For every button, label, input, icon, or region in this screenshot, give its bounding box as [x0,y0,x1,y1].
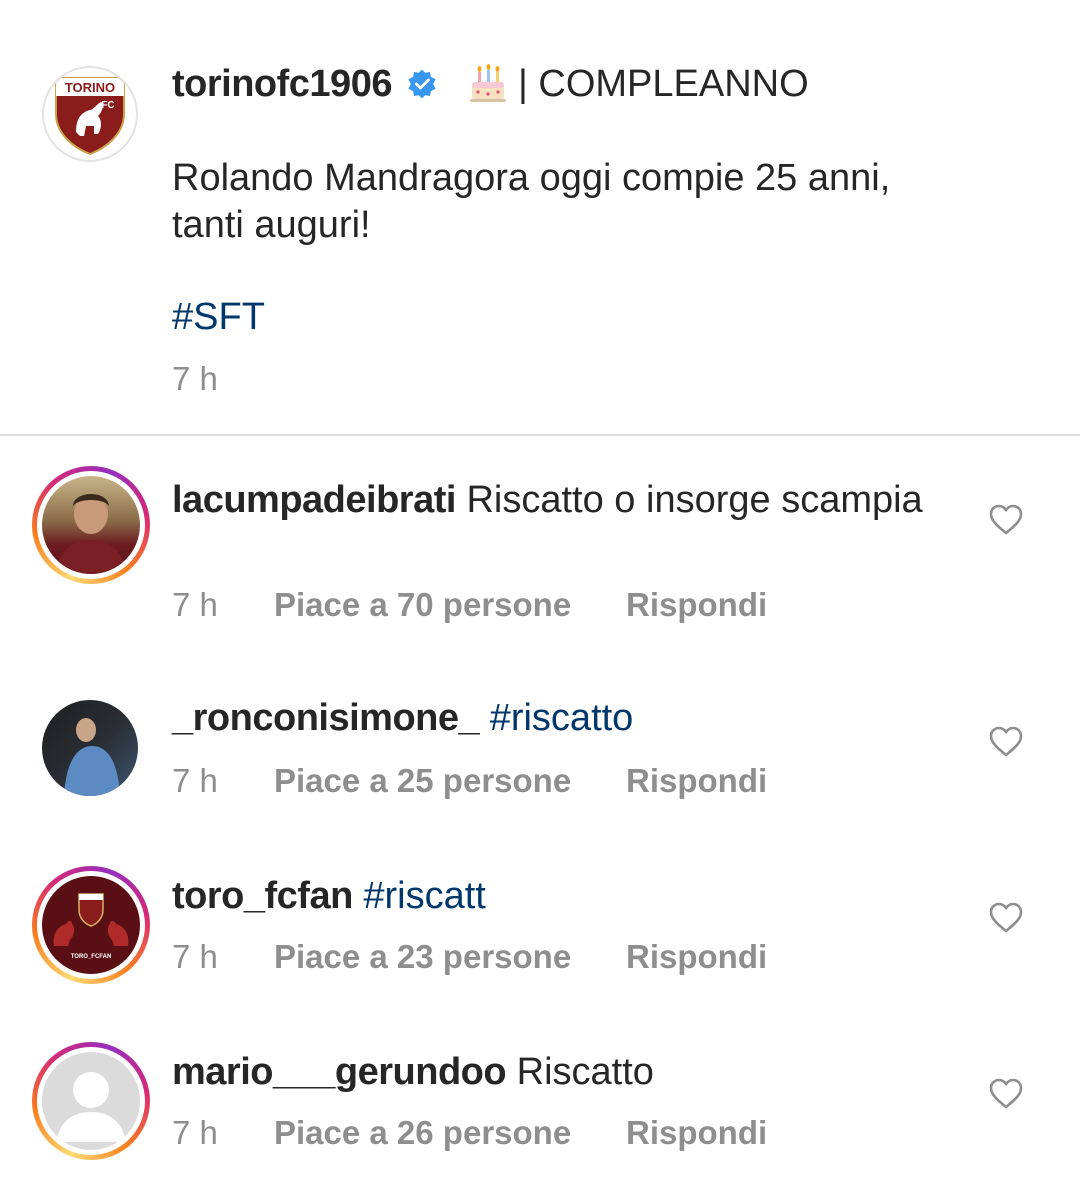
caption-line-2: tanti auguri! [172,204,371,246]
comment-avatar[interactable]: TORO_FCFAN [32,866,150,984]
comment-username[interactable]: toro_fcfan [172,875,353,917]
comment-username[interactable]: _ronconisimone_ [172,697,480,739]
caption-timestamp: 7 h [172,360,218,397]
comment-likes[interactable]: Piace a 70 persone [274,586,626,624]
person-photo-icon [56,494,126,574]
verified-badge-icon [408,69,436,99]
caption-line-1: Rolando Mandragora oggi compie 25 anni, [172,157,891,199]
torino-fan-logo-icon: TORO_FCFAN [53,893,129,960]
svg-text:FC: FC [101,100,114,111]
comment-text: _ronconisimone_ #riscatto [172,694,932,742]
person-photo-icon [64,718,120,796]
comment-meta: 7 h Piace a 23 persone Rispondi [172,938,767,976]
comment-time: 7 h [172,1114,218,1151]
comment-text: lacumpadeibrati Riscatto o insorge scamp… [172,476,932,524]
comment-hashtag[interactable]: #riscatto [490,697,634,739]
comment-text: toro_fcfan #riscatt [172,872,932,920]
default-user-icon [56,1072,126,1142]
caption-text: Rolando Mandragora oggi compie 25 anni, … [172,155,992,249]
comment-username[interactable]: lacumpadeibrati [172,479,456,521]
svg-text:TORINO: TORINO [65,80,115,95]
comment-meta: 7 h Piace a 26 persone Rispondi [172,1114,767,1152]
reply-button[interactable]: Rispondi [626,1114,767,1152]
svg-text:TORO_FCFAN: TORO_FCFAN [71,954,112,960]
comment-likes[interactable]: Piace a 26 persone [274,1114,626,1152]
comment-time: 7 h [172,586,218,623]
post-caption: TORINO FC torinofc1906 | COMPLEANNO Rola… [0,0,1080,434]
comment-meta: 7 h Piace a 25 persone Rispondi [172,762,767,800]
comment-avatar[interactable] [32,466,150,584]
comment-username[interactable]: mario___gerundoo [172,1051,507,1093]
comment-likes[interactable]: Piace a 25 persone [274,762,626,800]
comment-time: 7 h [172,762,218,799]
comment-body: Riscatto o insorge scampia [466,479,923,521]
reply-button[interactable]: Rispondi [626,938,767,976]
comment-time: 7 h [172,938,218,975]
like-heart-icon[interactable] [988,900,1024,936]
like-heart-icon[interactable] [988,502,1024,538]
comment-meta: 7 h Piace a 70 persone Rispondi [172,586,767,624]
comment-avatar[interactable] [32,1042,150,1160]
comment-body: Riscatto [516,1051,654,1093]
torino-crest-icon: TORINO FC [55,77,125,156]
like-heart-icon[interactable] [988,1076,1024,1112]
divider [0,434,1080,436]
torino-logo-avatar[interactable]: TORINO FC [42,66,138,162]
reply-button[interactable]: Rispondi [626,762,767,800]
caption-hashtag[interactable]: #SFT [172,296,265,339]
birthday-cake-icon [469,64,506,102]
comment-likes[interactable]: Piace a 23 persone [274,938,626,976]
comment-text: mario___gerundoo Riscatto [172,1048,932,1096]
reply-button[interactable]: Rispondi [626,586,767,624]
comment-avatar[interactable] [42,700,138,796]
like-heart-icon[interactable] [988,724,1024,760]
comment-hashtag[interactable]: #riscatt [363,875,485,917]
post-username[interactable]: torinofc1906 [172,63,392,106]
post-title: | COMPLEANNO [517,62,809,105]
post-header: torinofc1906 | COMPLEANNO [172,58,809,110]
